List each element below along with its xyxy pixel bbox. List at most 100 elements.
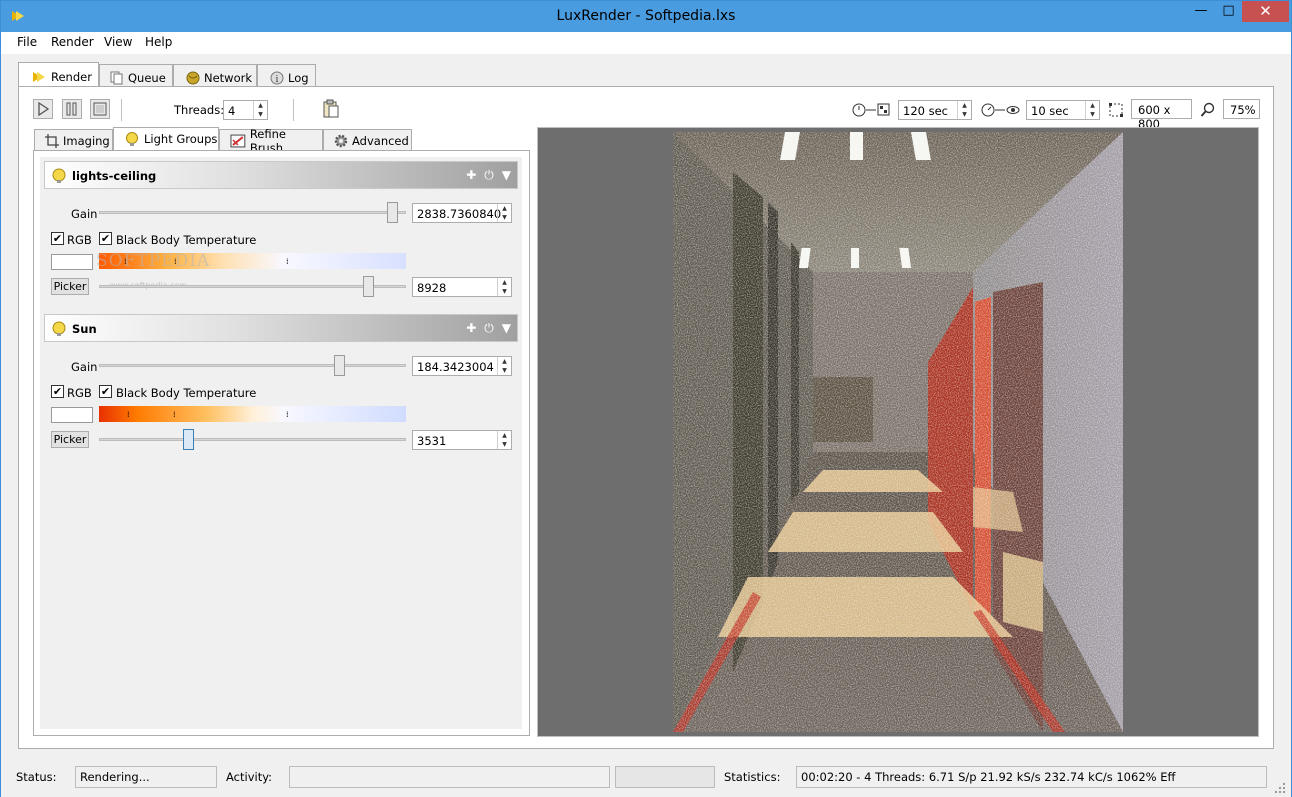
refine-brush-icon xyxy=(230,134,246,147)
menu-file[interactable]: File xyxy=(17,35,37,49)
gain-value: 2838.7360840 xyxy=(417,207,502,221)
halt-time-spinbox[interactable]: 120 sec ▲ ▼ xyxy=(898,100,972,120)
gain-slider-handle[interactable] xyxy=(334,355,345,376)
halt-time-spin-arrows[interactable]: ▲ ▼ xyxy=(957,101,971,119)
gain-label: Gain xyxy=(71,207,98,221)
statistics-value: 00:02:20 - 4 Threads: 6.71 S/p 21.92 kS/… xyxy=(796,766,1267,788)
temperature-slider-handle[interactable] xyxy=(183,429,194,450)
render-viewport[interactable] xyxy=(537,127,1259,737)
power-icon[interactable]: ⏻ xyxy=(484,321,494,336)
minimize-button[interactable]: — xyxy=(1187,1,1215,22)
menu-view[interactable]: View xyxy=(104,35,132,49)
start-render-button[interactable] xyxy=(33,99,53,119)
halt-time-value: 120 sec xyxy=(903,104,948,118)
power-icon[interactable]: ⏻ xyxy=(484,168,494,183)
activity-progress-bar xyxy=(289,766,610,788)
pause-render-button[interactable] xyxy=(62,99,82,119)
tab-render[interactable]: Render xyxy=(18,62,99,86)
title-bar: LuxRender - Softpedia.lxs — □ ✕ xyxy=(1,1,1291,32)
activity-progress-detail xyxy=(615,766,715,788)
softpedia-watermark: SOFTPEDIA xyxy=(96,251,211,271)
tab-refine-brush[interactable]: Refine Brush xyxy=(219,127,323,155)
rgb-color-swatch[interactable] xyxy=(51,254,93,270)
temperature-spinbox[interactable]: 8928 ▲ ▼ xyxy=(412,277,512,297)
gear-icon xyxy=(334,134,348,147)
gain-spinbox[interactable]: 2838.7360840 ▲ ▼ xyxy=(412,203,512,223)
picker-button[interactable]: Picker xyxy=(51,431,89,448)
gradient-tick: ⁞ xyxy=(286,410,289,419)
tab-network-label: Network xyxy=(204,71,253,85)
tab-log[interactable]: i Log xyxy=(257,64,316,86)
toolbar-separator xyxy=(293,99,294,121)
rgb-label: RGB xyxy=(67,386,92,400)
window-title: LuxRender - Softpedia.lxs xyxy=(556,8,736,24)
halt-time-icon xyxy=(852,103,890,117)
temperature-slider[interactable] xyxy=(99,429,406,450)
black-body-checkbox[interactable]: ✔ xyxy=(99,232,112,245)
gradient-tick: ⁞ xyxy=(173,410,176,419)
temperature-slider-handle[interactable] xyxy=(363,276,374,297)
gradient-tick: ⁞ xyxy=(286,257,289,266)
activity-label: Activity: xyxy=(226,770,273,784)
temperature-value: 8928 xyxy=(417,281,447,295)
copy-to-clipboard-button[interactable] xyxy=(321,99,341,119)
display-interval-value: 10 sec xyxy=(1031,104,1069,118)
tab-advanced[interactable]: Advanced xyxy=(323,129,412,151)
menu-help[interactable]: Help xyxy=(145,35,172,49)
tab-imaging[interactable]: Imaging xyxy=(34,129,113,151)
chevron-down-icon[interactable]: ▼ xyxy=(502,168,511,183)
rgb-color-swatch[interactable] xyxy=(51,407,93,423)
rgb-checkbox[interactable]: ✔ xyxy=(51,385,64,398)
tab-light-groups[interactable]: Light Groups xyxy=(113,127,219,150)
picker-button[interactable]: Picker xyxy=(51,278,89,295)
network-globe-icon xyxy=(186,71,200,85)
tab-queue[interactable]: Queue xyxy=(99,64,173,86)
pause-icon xyxy=(66,102,77,116)
rendered-image xyxy=(673,132,1123,732)
tab-network[interactable]: Network xyxy=(173,64,257,86)
light-group-header[interactable]: Sun ✚ ⏻ ▼ xyxy=(44,314,518,342)
gain-spinbox[interactable]: 184.3423004 ▲ ▼ xyxy=(412,356,512,376)
chevron-down-icon[interactable]: ▼ xyxy=(502,321,511,336)
status-value: Rendering... xyxy=(75,766,217,788)
zoom-magnifier-icon[interactable] xyxy=(1200,102,1216,118)
add-icon[interactable]: ✚ xyxy=(466,168,476,183)
light-group-header[interactable]: lights-ceiling ✚ ⏻ ▼ xyxy=(44,161,518,189)
gain-spin-arrows[interactable]: ▲ ▼ xyxy=(497,204,511,222)
clipboard-icon xyxy=(323,99,339,118)
black-body-label: Black Body Temperature xyxy=(116,233,257,247)
maximize-button[interactable]: □ xyxy=(1215,1,1242,22)
temperature-spinbox[interactable]: 3531 ▲ ▼ xyxy=(412,430,512,450)
display-interval-spinbox[interactable]: 10 sec ▲ ▼ xyxy=(1026,100,1100,120)
gain-slider[interactable] xyxy=(99,355,406,376)
render-tab-icon xyxy=(33,72,45,82)
display-interval-spin-arrows[interactable]: ▲ ▼ xyxy=(1085,101,1099,119)
statistics-label: Statistics: xyxy=(724,770,781,784)
menu-render[interactable]: Render xyxy=(51,35,94,49)
app-window: LuxRender - Softpedia.lxs — □ ✕ File Ren… xyxy=(0,0,1292,797)
rgb-checkbox[interactable]: ✔ xyxy=(51,232,64,245)
gain-spin-arrows[interactable]: ▲ ▼ xyxy=(497,357,511,375)
add-icon[interactable]: ✚ xyxy=(466,321,476,336)
resolution-display: 600 x 800 xyxy=(1131,99,1192,131)
gain-slider-handle[interactable] xyxy=(387,202,398,223)
tab-render-label: Render xyxy=(51,70,92,84)
temperature-value: 3531 xyxy=(417,434,447,448)
resize-grip-icon[interactable] xyxy=(1273,781,1287,795)
tab-advanced-label: Advanced xyxy=(352,133,409,148)
menu-bar: File Render View Help xyxy=(1,32,1291,54)
status-label: Status: xyxy=(16,770,57,784)
threads-label: Threads: xyxy=(174,103,225,117)
temperature-slider[interactable] xyxy=(99,276,406,297)
tab-queue-label: Queue xyxy=(128,71,166,85)
stop-render-button[interactable] xyxy=(90,99,110,119)
threads-value: 4 xyxy=(228,104,236,118)
temperature-spin-arrows[interactable]: ▲ ▼ xyxy=(497,278,511,296)
gain-slider[interactable] xyxy=(99,202,406,223)
close-button[interactable]: ✕ xyxy=(1242,1,1289,22)
black-body-checkbox[interactable]: ✔ xyxy=(99,385,112,398)
threads-spin-arrows[interactable]: ▲ ▼ xyxy=(253,101,267,119)
toolbar-separator xyxy=(121,99,122,121)
threads-spinbox[interactable]: 4 ▲ ▼ xyxy=(223,100,268,120)
temperature-spin-arrows[interactable]: ▲ ▼ xyxy=(497,431,511,449)
